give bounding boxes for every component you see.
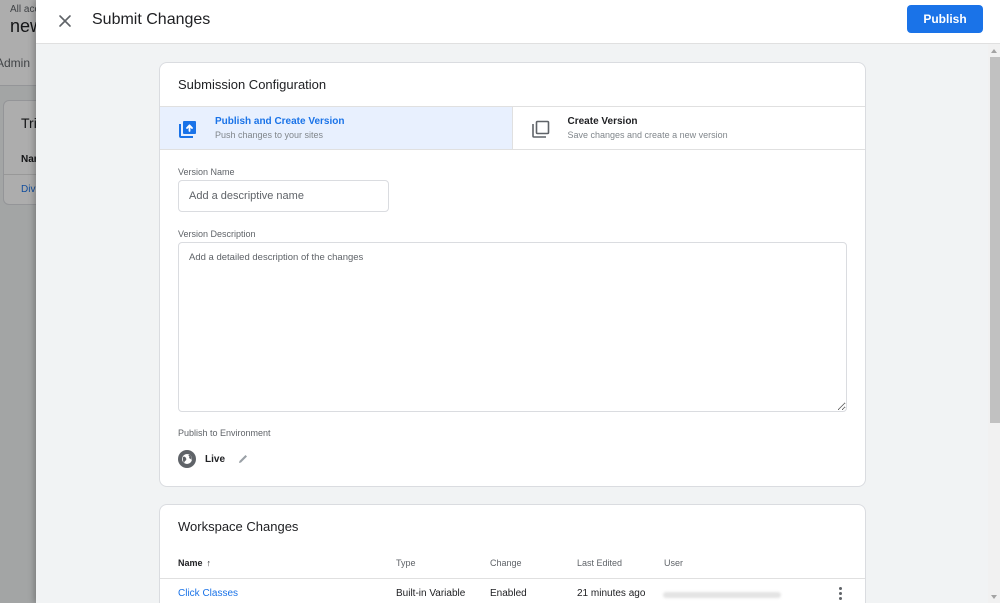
version-description-label: Version Description [178, 229, 256, 239]
pencil-icon[interactable] [237, 453, 249, 465]
workspace-changes-card: Workspace Changes Name ↑ Type Change Last… [159, 504, 866, 603]
globe-icon [178, 450, 196, 468]
environment-name: Live [205, 453, 226, 465]
change-type: Built-in Variable [396, 588, 466, 599]
column-header-type[interactable]: Type [396, 558, 416, 568]
change-name-link[interactable]: Click Classes [178, 588, 238, 599]
scroll-down-arrow-icon[interactable] [991, 595, 997, 599]
option-description: Push changes to your sites [215, 130, 324, 140]
version-description-input[interactable] [178, 242, 847, 412]
version-name-input[interactable] [178, 180, 389, 212]
column-header-change[interactable]: Change [490, 558, 522, 568]
change-last-edited: 21 minutes ago [577, 588, 646, 599]
sheet-title: Submit Changes [92, 11, 211, 28]
user-email-redacted [663, 592, 781, 598]
submission-configuration-title: Submission Configuration [178, 77, 327, 92]
workspace-changes-title: Workspace Changes [178, 519, 299, 534]
table-row: Click Classes Built-in Variable Enabled … [160, 580, 865, 603]
column-header-name[interactable]: Name ↑ [178, 558, 211, 568]
submit-changes-sheet: Submit Changes Publish Submission Config… [36, 0, 1000, 603]
option-create-version[interactable]: Create Version Save changes and create a… [513, 107, 866, 149]
submission-options: Publish and Create Version Push changes … [160, 106, 865, 150]
version-name-label: Version Name [178, 167, 235, 177]
more-vert-icon-dot [838, 587, 842, 590]
copy-version-icon [531, 120, 549, 138]
scroll-up-arrow-icon[interactable] [991, 49, 997, 53]
table-header: Name ↑ Type Change Last Edited User [160, 556, 865, 579]
option-description: Save changes and create a new version [567, 130, 728, 140]
scrollbar-thumb[interactable] [990, 57, 1000, 423]
environment-row: Live [178, 449, 249, 469]
publish-upload-icon [179, 121, 196, 138]
sheet-header: Submit Changes Publish [36, 0, 1000, 44]
more-vert-icon-dot [838, 592, 842, 595]
scrollbar[interactable] [988, 44, 1000, 603]
option-label: Publish and Create Version [215, 116, 345, 127]
publish-environment-label: Publish to Environment [178, 428, 271, 438]
sort-ascending-icon: ↑ [206, 558, 212, 568]
option-label: Create Version [567, 116, 638, 127]
publish-button[interactable]: Publish [907, 5, 983, 33]
submission-configuration-card: Submission Configuration Publish and Cre… [159, 62, 866, 487]
option-publish-and-create-version[interactable]: Publish and Create Version Push changes … [160, 107, 513, 149]
column-header-label: Name [178, 558, 203, 568]
row-more-options-button[interactable] [836, 587, 844, 603]
close-icon [59, 15, 71, 27]
change-status: Enabled [490, 588, 527, 599]
column-header-user[interactable]: User [664, 558, 683, 568]
close-button[interactable] [54, 10, 76, 32]
more-vert-icon-dot [838, 597, 842, 600]
column-header-last-edited[interactable]: Last Edited [577, 558, 622, 568]
